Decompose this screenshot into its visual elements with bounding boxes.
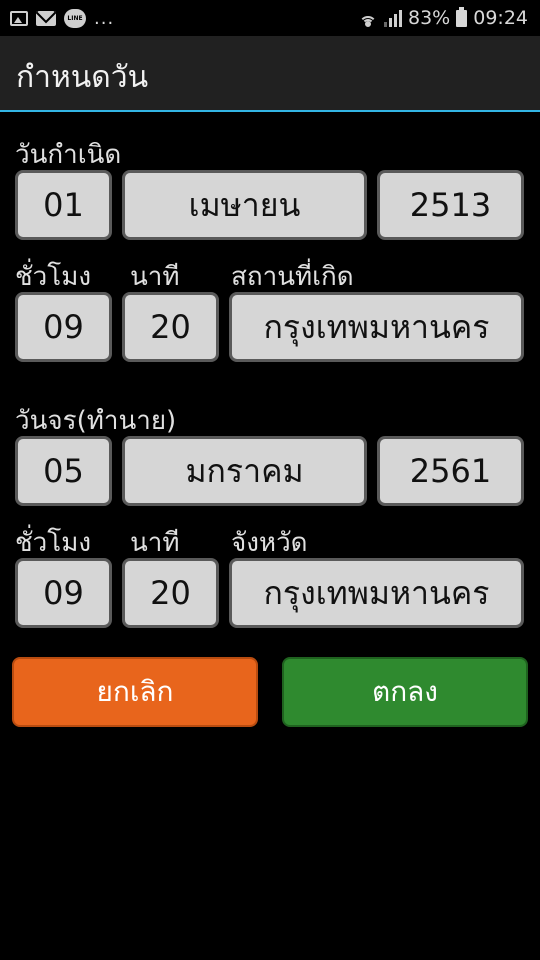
birth-place-label: สถานที่เกิด bbox=[231, 262, 354, 292]
birth-minute-label: นาที bbox=[130, 262, 180, 292]
transit-day-field[interactable]: 05 bbox=[15, 436, 112, 506]
birth-year-field[interactable]: 2513 bbox=[377, 170, 524, 240]
signal-icon bbox=[384, 9, 402, 27]
status-bar: LINE ... 83% 09:24 bbox=[0, 0, 540, 36]
transit-minute-field[interactable]: 20 bbox=[122, 558, 219, 628]
battery-icon bbox=[456, 6, 468, 27]
line-app-icon: LINE bbox=[64, 8, 86, 28]
transit-minute-label: นาที bbox=[130, 528, 180, 558]
app-bar: กำหนดวัน bbox=[0, 36, 540, 112]
transit-date-label: วันจร(ทำนาย) bbox=[15, 406, 177, 436]
transit-hour-label: ชั่วโมง bbox=[15, 528, 92, 558]
transit-month-field[interactable]: มกราคม bbox=[122, 436, 367, 506]
transit-province-field[interactable]: กรุงเทพมหานคร bbox=[229, 558, 524, 628]
ok-button[interactable]: ตกลง bbox=[282, 657, 528, 727]
birth-minute-field[interactable]: 20 bbox=[122, 292, 219, 362]
wifi-icon bbox=[358, 9, 378, 27]
birth-hour-label: ชั่วโมง bbox=[15, 262, 92, 292]
page-title: กำหนดวัน bbox=[16, 60, 149, 95]
notification-icons: LINE ... bbox=[10, 6, 114, 30]
birth-hour-field[interactable]: 09 bbox=[15, 292, 112, 362]
birth-day-field[interactable]: 01 bbox=[15, 170, 112, 240]
transit-province-label: จังหวัด bbox=[231, 528, 308, 558]
birth-place-field[interactable]: กรุงเทพมหานคร bbox=[229, 292, 524, 362]
image-icon bbox=[10, 10, 28, 26]
more-notifications: ... bbox=[94, 7, 115, 29]
transit-hour-field[interactable]: 09 bbox=[15, 558, 112, 628]
birth-date-label: วันกำเนิด bbox=[15, 140, 122, 170]
system-icons: 83% 09:24 bbox=[358, 6, 528, 30]
mail-icon bbox=[36, 10, 56, 26]
battery-percent: 83% bbox=[408, 7, 451, 29]
birth-month-field[interactable]: เมษายน bbox=[122, 170, 367, 240]
transit-year-field[interactable]: 2561 bbox=[377, 436, 524, 506]
cancel-button[interactable]: ยกเลิก bbox=[12, 657, 258, 727]
clock: 09:24 bbox=[473, 7, 528, 29]
